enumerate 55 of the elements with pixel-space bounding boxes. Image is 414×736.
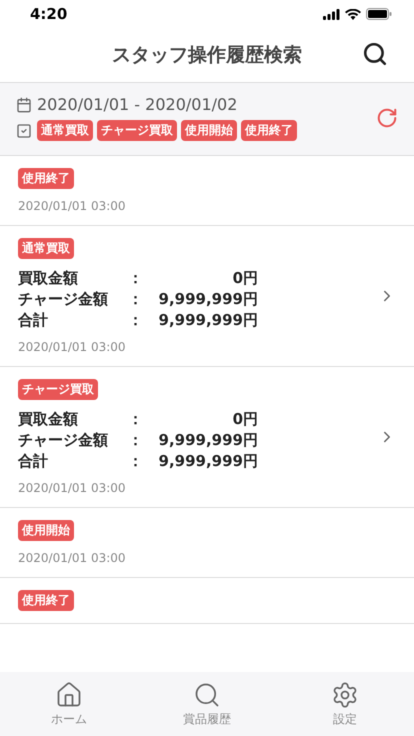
amount-value: 0円 (232, 410, 258, 429)
amount-value: 9,999,999円 (158, 452, 258, 471)
tab-bar-item[interactable]: 賞品履歴 (157, 680, 257, 728)
filter-tag: 使用終了 (241, 120, 297, 141)
page-title: スタッフ操作履歴検索 (112, 43, 302, 68)
amount-label: 買取金額 (18, 269, 79, 288)
history-item[interactable]: チャージ買取 買取金額 ： 0円 チャージ金額 ： 9,999,999円 合計 ： 9,999,999円 2020/01/01 03:00 (0, 367, 414, 508)
amount-value: 9,999,999円 (158, 290, 258, 309)
history-date: 2020/01/01 03:00 (18, 340, 126, 354)
filter-tag: チャージ買取 (97, 120, 177, 141)
tab-label: 設定 (333, 710, 357, 728)
type-tag: 使用終了 (18, 168, 74, 189)
tab-label: ホーム (51, 710, 87, 728)
amount-label: 合計 (18, 311, 49, 330)
tab-bar-item[interactable]: 設定 (295, 680, 395, 728)
date-range: 2020/01/01 - 2020/01/02 (37, 95, 238, 114)
history-date: 2020/01/01 03:00 (18, 551, 126, 565)
amount-value: 9,999,999円 (158, 431, 258, 450)
filter-tag: 通常買取 (37, 120, 93, 141)
calendar-icon (16, 96, 32, 112)
search-icon (193, 680, 221, 708)
signal-icon (323, 8, 340, 20)
separator: ： (128, 290, 142, 309)
wifi-icon (345, 8, 361, 20)
amount-label: 合計 (18, 452, 49, 471)
separator: ： (128, 452, 142, 471)
history-item[interactable]: 使用開始 2020/01/01 03:00 (0, 508, 414, 578)
separator: ： (128, 431, 142, 450)
amount-label: チャージ金額 (18, 290, 109, 309)
type-tag: 使用開始 (18, 520, 74, 541)
separator: ： (128, 269, 142, 288)
filter-tag: 使用開始 (181, 120, 237, 141)
settings-icon (331, 680, 359, 708)
search-button[interactable] (362, 41, 388, 67)
separator: ： (128, 311, 142, 330)
amount-value: 9,999,999円 (158, 311, 258, 330)
history-item[interactable]: 使用終了 (0, 578, 414, 624)
separator: ： (128, 410, 142, 429)
status-time: 4:20 (30, 5, 68, 23)
tab-label: 賞品履歴 (183, 710, 231, 728)
home-icon (55, 680, 83, 708)
amount-value: 0円 (232, 269, 258, 288)
history-item[interactable]: 通常買取 買取金額 ： 0円 チャージ金額 ： 9,999,999円 合計 ： 9,999,999円 2020/01/01 03:00 (0, 226, 414, 367)
amount-label: 買取金額 (18, 410, 79, 429)
tab-bar-item[interactable]: ホーム (19, 680, 119, 728)
refresh-button[interactable] (376, 107, 398, 129)
battery-icon (366, 8, 392, 20)
history-date: 2020/01/01 03:00 (18, 481, 126, 495)
type-tag: 使用終了 (18, 590, 74, 611)
history-date: 2020/01/01 03:00 (18, 199, 126, 213)
checkbox-icon (16, 122, 32, 138)
type-tag: 通常買取 (18, 238, 74, 259)
amount-label: チャージ金額 (18, 431, 109, 450)
type-tag: チャージ買取 (18, 379, 98, 400)
history-item[interactable]: 使用終了 2020/01/01 03:00 (0, 156, 414, 226)
